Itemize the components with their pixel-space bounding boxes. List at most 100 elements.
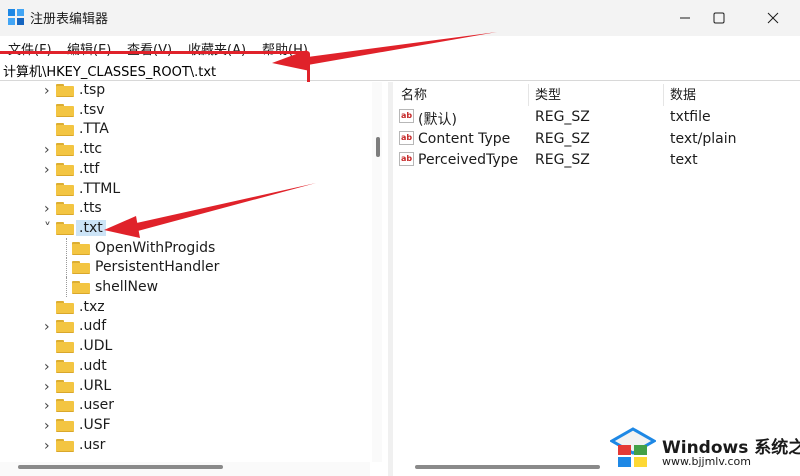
value-name: PerceivedType	[418, 152, 519, 168]
tree-item-label: .ttc	[79, 141, 103, 158]
folder-icon	[56, 320, 74, 334]
folder-icon	[56, 379, 74, 393]
tree-vertical-scrollbar[interactable]	[372, 82, 382, 462]
chevron-right-icon[interactable]: ›	[44, 162, 54, 178]
tree-item-label: .URL	[79, 377, 112, 394]
tree-item[interactable]: › .udf	[0, 316, 370, 336]
folder-icon	[72, 281, 90, 294]
chevron-right-icon[interactable]: ›	[44, 379, 54, 395]
column-header-type[interactable]: 类型	[535, 84, 561, 103]
value-data: text/plain	[670, 130, 737, 147]
tree-item-label: .USF	[79, 416, 111, 433]
tree-item[interactable]: › .usr	[0, 435, 370, 455]
tree-item[interactable]: .TTA	[0, 119, 370, 139]
folder-icon	[72, 241, 90, 255]
maximize-button[interactable]	[696, 0, 742, 36]
folder-icon	[56, 221, 74, 235]
folder-icon	[56, 143, 74, 157]
tree-item[interactable]: shellNew	[0, 277, 370, 297]
value-type: REG_SZ	[535, 109, 590, 125]
chevron-right-icon[interactable]: ›	[44, 418, 54, 434]
tree-item[interactable]: .TTML	[0, 179, 370, 199]
close-button[interactable]	[750, 0, 796, 36]
tree-connector	[66, 277, 68, 297]
scrollbar-thumb[interactable]	[376, 137, 380, 157]
scrollbar-thumb[interactable]	[18, 465, 223, 469]
tree-item-label: .ttf	[79, 160, 100, 177]
tree-item-label: .tsp	[79, 82, 106, 98]
tree-item[interactable]: OpenWithProgids	[0, 237, 370, 258]
column-separator[interactable]	[663, 84, 664, 106]
minimize-icon	[680, 17, 690, 19]
tree-item-label: .udt	[79, 357, 107, 374]
tree-horizontal-scrollbar[interactable]	[0, 462, 370, 476]
tree-item-label: .usr	[79, 436, 106, 453]
chevron-right-icon[interactable]: ›	[44, 142, 54, 158]
scrollbar-thumb[interactable]	[415, 465, 600, 469]
tree-item[interactable]: .txz	[0, 297, 370, 317]
folder-icon	[56, 103, 74, 117]
folder-icon	[56, 418, 74, 432]
tree-item-label: .UDL	[79, 338, 113, 355]
tree-item-label: .tsv	[79, 101, 105, 118]
chevron-right-icon[interactable]: ›	[44, 83, 54, 99]
chevron-right-icon[interactable]: ›	[44, 438, 54, 454]
tree-item-label: shellNew	[95, 279, 159, 295]
folder-icon	[56, 84, 74, 97]
regedit-icon	[8, 9, 24, 25]
chevron-right-icon[interactable]: ›	[44, 201, 54, 217]
folder-icon	[56, 123, 74, 137]
value-data: txtfile	[670, 109, 711, 125]
chevron-down-icon[interactable]: ˅	[44, 221, 54, 237]
tree-item[interactable]: › .ttc	[0, 139, 370, 159]
folder-icon	[56, 399, 74, 413]
string-value-icon: ab	[399, 109, 414, 123]
string-value-icon: ab	[399, 130, 414, 145]
tree-item-label: PersistentHandler	[95, 259, 220, 276]
value-row[interactable]: ab (默认) REG_SZ txtfile	[393, 106, 800, 128]
watermark: Windows 系统之家 www.bjjmlv.com	[610, 425, 800, 473]
tree-item[interactable]: › .URL	[0, 376, 370, 396]
tree-item[interactable]: › .user	[0, 395, 370, 415]
tree-item[interactable]: › .tts	[0, 198, 370, 218]
tree-connector	[66, 237, 68, 258]
chevron-right-icon[interactable]: ›	[44, 319, 54, 335]
watermark-url: www.bjjmlv.com	[662, 455, 751, 468]
close-icon	[767, 12, 779, 24]
folder-icon	[56, 182, 74, 196]
value-type: REG_SZ	[535, 130, 590, 147]
tree-item[interactable]: .tsv	[0, 100, 370, 120]
column-separator[interactable]	[528, 84, 529, 106]
tree-item-label: .TTML	[79, 180, 121, 197]
annotation-highlight-box	[0, 51, 310, 85]
tree-item[interactable]: .UDL	[0, 336, 370, 356]
folder-icon	[56, 438, 74, 452]
value-data: text	[670, 152, 698, 168]
tree-item[interactable]: › .ttf	[0, 159, 370, 179]
tree-item[interactable]: ˅ .txt	[0, 218, 370, 238]
tree-item-label: .tts	[79, 200, 102, 217]
tree-item-label: OpenWithProgids	[95, 239, 216, 256]
tree-item-label: .txt	[76, 219, 106, 236]
tree-item-label: .udf	[79, 318, 107, 335]
column-header-data[interactable]: 数据	[670, 84, 696, 103]
tree-item[interactable]: PersistentHandler	[0, 257, 370, 278]
column-header-name[interactable]: 名称	[401, 84, 427, 103]
value-list[interactable]: 名称 类型 数据 ab (默认) REG_SZ txtfile ab Content Ty…	[393, 82, 800, 462]
folder-icon	[72, 261, 90, 275]
string-value-icon: ab	[399, 152, 414, 166]
folder-icon	[56, 162, 74, 176]
key-tree[interactable]: › .tsp .tsv .TTA › .ttc › .ttf .TTML › .tts ˅ .txt Op…	[0, 82, 370, 462]
tree-item[interactable]: › .tsp	[0, 82, 370, 100]
folder-icon	[56, 300, 74, 314]
tree-connector	[66, 257, 68, 278]
tree-item[interactable]: › .udt	[0, 356, 370, 376]
chevron-right-icon[interactable]: ›	[44, 398, 54, 414]
chevron-right-icon[interactable]: ›	[44, 359, 54, 375]
window-title: 注册表编辑器	[30, 12, 109, 27]
value-row[interactable]: ab Content Type REG_SZ text/plain	[393, 128, 800, 150]
value-type: REG_SZ	[535, 152, 590, 168]
tree-item[interactable]: › .USF	[0, 415, 370, 435]
value-name: (默认)	[418, 112, 457, 128]
value-row[interactable]: ab PerceivedType REG_SZ text	[393, 149, 800, 171]
